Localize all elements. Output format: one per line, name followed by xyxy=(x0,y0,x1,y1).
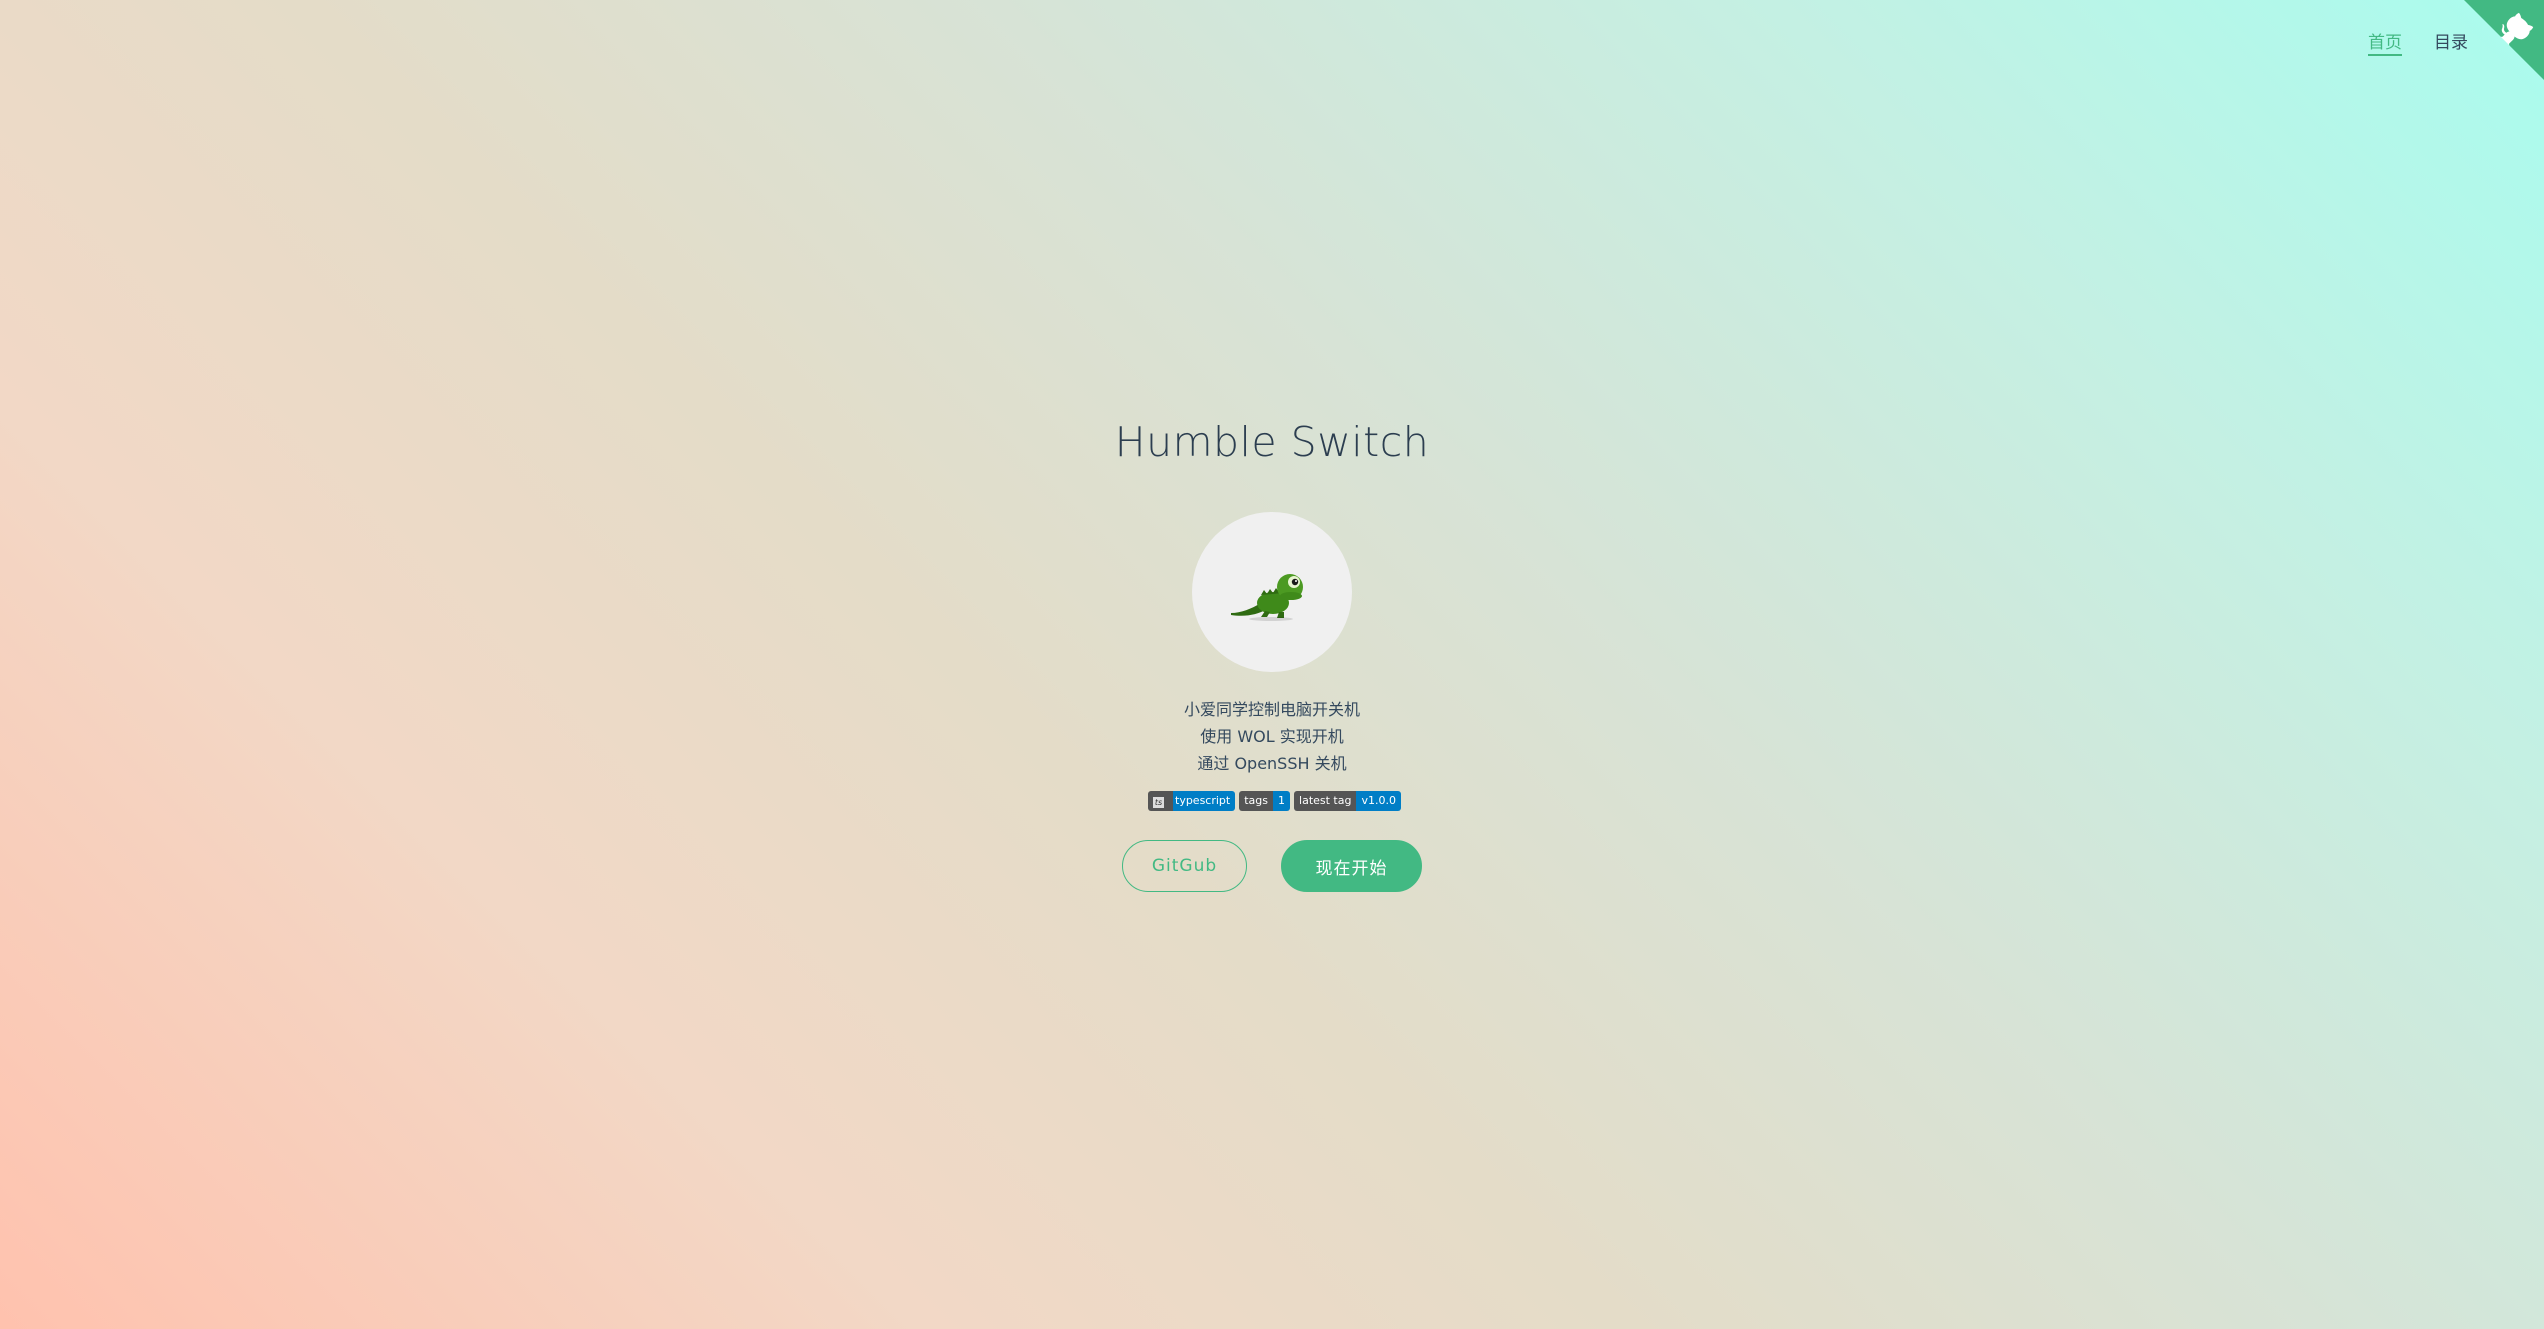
badge-right: typescript xyxy=(1173,791,1236,811)
badge-left: latest tag xyxy=(1294,791,1357,811)
description-line: 通过 OpenSSH 关机 xyxy=(1197,754,1347,773)
project-logo xyxy=(1192,512,1352,672)
badge-right: 1 xyxy=(1273,791,1291,811)
cover-page: Humble Switch 小爱同学控制电脑开关机 使用 WOL 实现开机 通过 xyxy=(0,0,2544,1329)
project-description: 小爱同学控制电脑开关机 使用 WOL 实现开机 通过 OpenSSH 关机 xyxy=(0,696,2544,777)
typescript-icon: ts xyxy=(1153,797,1164,808)
language-badge[interactable]: ts typescript xyxy=(1148,791,1236,811)
lizard-logo-icon xyxy=(1231,574,1303,621)
tags-badge[interactable]: tags 1 xyxy=(1239,791,1291,811)
latest-tag-badge[interactable]: latest tag v1.0.0 xyxy=(1294,791,1401,811)
project-title: Humble Switch xyxy=(1114,418,1430,466)
description-line: 使用 WOL 实现开机 xyxy=(1200,727,1344,746)
get-started-button[interactable]: 现在开始 xyxy=(1281,840,1422,892)
badge-right: v1.0.0 xyxy=(1356,791,1401,811)
badge-left: ts xyxy=(1148,791,1173,811)
cover-buttons: GitGub 现在开始 xyxy=(1122,840,1422,892)
badge-row: ts typescript tags 1 latest tag v1.0.0 xyxy=(1148,791,1401,811)
badge-left: tags xyxy=(1239,791,1274,811)
description-line: 小爱同学控制电脑开关机 xyxy=(1183,700,1360,719)
github-button[interactable]: GitGub xyxy=(1122,840,1247,892)
